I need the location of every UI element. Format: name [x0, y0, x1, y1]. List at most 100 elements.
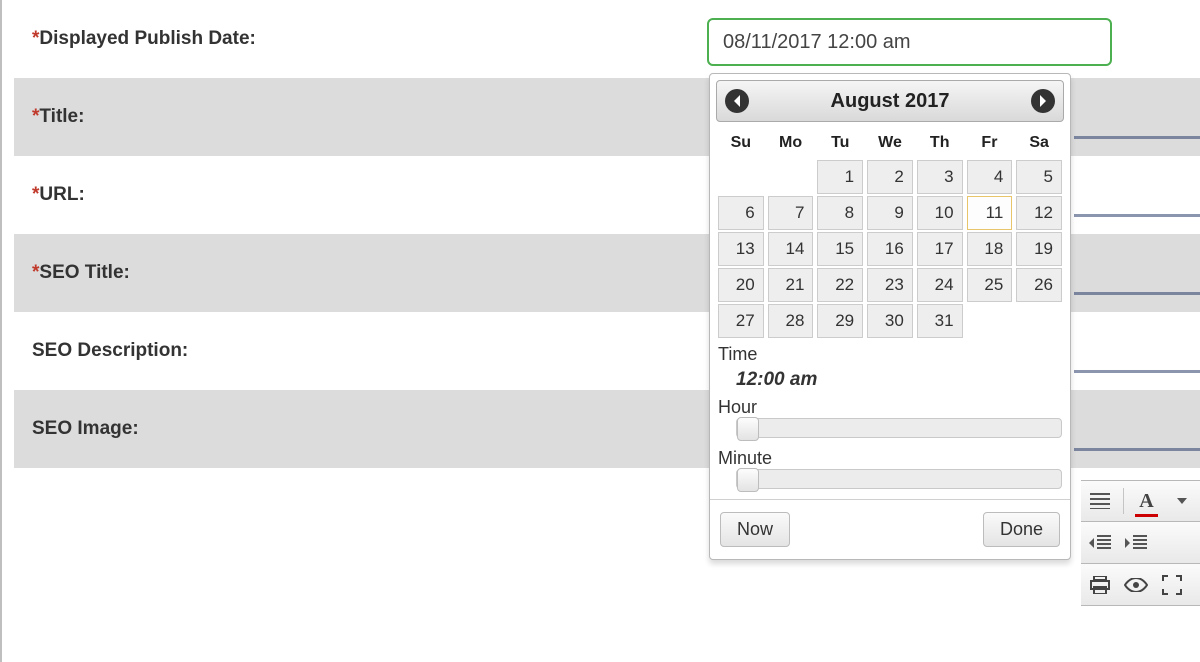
- calendar-day[interactable]: 30: [867, 304, 913, 338]
- day-header: Tu: [817, 128, 863, 158]
- time-value: 12:00 am: [736, 369, 1062, 391]
- calendar-day[interactable]: 11: [967, 196, 1013, 230]
- calendar-day[interactable]: 19: [1016, 232, 1062, 266]
- font-color-dropdown[interactable]: [1169, 488, 1195, 514]
- calendar-day[interactable]: 22: [817, 268, 863, 302]
- page: *Displayed Publish Date: *Title: *URL: *…: [0, 0, 1200, 662]
- input-line-seo-image: [1074, 448, 1200, 451]
- minute-slider[interactable]: [736, 469, 1062, 489]
- preview-icon[interactable]: [1123, 572, 1149, 598]
- toolbar-row-2: [1081, 522, 1200, 564]
- calendar-day[interactable]: 15: [817, 232, 863, 266]
- time-label: Time: [718, 344, 1062, 365]
- calendar-day[interactable]: 2: [867, 160, 913, 194]
- datepicker-header: August 2017: [716, 80, 1064, 122]
- calendar-day[interactable]: 20: [718, 268, 764, 302]
- chevron-left-icon: [732, 95, 742, 107]
- datepicker-footer: Now Done: [710, 499, 1070, 549]
- label-text: SEO Image:: [32, 418, 139, 439]
- day-header: Fr: [967, 128, 1013, 158]
- label-text: SEO Title:: [39, 262, 129, 283]
- label-seo-image: SEO Image:: [32, 418, 139, 440]
- label-text: URL:: [39, 184, 84, 205]
- input-line-title: [1074, 136, 1200, 139]
- publish-date-input[interactable]: [707, 18, 1112, 66]
- calendar-day[interactable]: 29: [817, 304, 863, 338]
- calendar-day[interactable]: 12: [1016, 196, 1062, 230]
- day-header: Th: [917, 128, 963, 158]
- day-header: Mo: [768, 128, 814, 158]
- toolbar-row-1: A: [1081, 480, 1200, 522]
- day-header: Su: [718, 128, 764, 158]
- day-header: We: [867, 128, 913, 158]
- calendar-week: 6789101112: [718, 196, 1062, 230]
- calendar-blank: [967, 304, 1013, 338]
- datepicker-title: August 2017: [831, 90, 950, 113]
- calendar-day[interactable]: 23: [867, 268, 913, 302]
- done-button[interactable]: Done: [983, 512, 1060, 547]
- calendar-day[interactable]: 27: [718, 304, 764, 338]
- calendar-day[interactable]: 14: [768, 232, 814, 266]
- label-seo-title: *SEO Title:: [32, 262, 130, 284]
- calendar-day[interactable]: 7: [768, 196, 814, 230]
- calendar-day[interactable]: 10: [917, 196, 963, 230]
- indent-icon[interactable]: [1123, 530, 1149, 556]
- calendar-week: 20212223242526: [718, 268, 1062, 302]
- hour-label: Hour: [718, 397, 1062, 418]
- datepicker-day-headers: SuMoTuWeThFrSa: [718, 128, 1062, 158]
- outdent-icon[interactable]: [1087, 530, 1113, 556]
- calendar-blank: [768, 160, 814, 194]
- separator: [1123, 488, 1124, 514]
- label-text: SEO Description:: [32, 340, 188, 361]
- calendar-day[interactable]: 24: [917, 268, 963, 302]
- datepicker-grid: 1234567891011121314151617181920212223242…: [710, 160, 1070, 338]
- input-line-url: [1074, 214, 1200, 217]
- label-text: Displayed Publish Date:: [39, 28, 255, 49]
- hour-slider[interactable]: [736, 418, 1062, 438]
- minute-label: Minute: [718, 448, 1062, 469]
- font-color-icon[interactable]: A: [1134, 488, 1160, 514]
- calendar-day[interactable]: 26: [1016, 268, 1062, 302]
- toolbar-row-3: [1081, 564, 1200, 606]
- calendar-blank: [718, 160, 764, 194]
- fullscreen-icon[interactable]: [1159, 572, 1185, 598]
- calendar-day[interactable]: 21: [768, 268, 814, 302]
- calendar-day[interactable]: 16: [867, 232, 913, 266]
- input-line-seo-title: [1074, 292, 1200, 295]
- chevron-right-icon: [1038, 95, 1048, 107]
- calendar-day[interactable]: 31: [917, 304, 963, 338]
- label-url: *URL:: [32, 184, 85, 206]
- calendar-day[interactable]: 25: [967, 268, 1013, 302]
- hour-slider-track: [736, 418, 1062, 438]
- minute-slider-track: [736, 469, 1062, 489]
- calendar-day[interactable]: 8: [817, 196, 863, 230]
- calendar-day[interactable]: 1: [817, 160, 863, 194]
- input-line-seo-desc: [1074, 370, 1200, 373]
- calendar-day[interactable]: 13: [718, 232, 764, 266]
- calendar-day[interactable]: 18: [967, 232, 1013, 266]
- calendar-day[interactable]: 17: [917, 232, 963, 266]
- calendar-day[interactable]: 6: [718, 196, 764, 230]
- justify-icon[interactable]: [1087, 488, 1113, 514]
- editor-toolbar-fragment: A: [1081, 480, 1200, 606]
- calendar-week: 12345: [718, 160, 1062, 194]
- calendar-day[interactable]: 9: [867, 196, 913, 230]
- label-text: Title:: [39, 106, 84, 127]
- calendar-day[interactable]: 3: [917, 160, 963, 194]
- now-button[interactable]: Now: [720, 512, 790, 547]
- calendar-week: 13141516171819: [718, 232, 1062, 266]
- calendar-day[interactable]: 5: [1016, 160, 1062, 194]
- day-header: Sa: [1016, 128, 1062, 158]
- prev-month-button[interactable]: [725, 89, 749, 113]
- label-publish-date: *Displayed Publish Date:: [32, 28, 256, 50]
- next-month-button[interactable]: [1031, 89, 1055, 113]
- calendar-week: 2728293031: [718, 304, 1062, 338]
- print-icon[interactable]: [1087, 572, 1113, 598]
- calendar-day[interactable]: 28: [768, 304, 814, 338]
- minute-slider-handle[interactable]: [737, 468, 759, 492]
- label-title: *Title:: [32, 106, 84, 128]
- calendar-blank: [1016, 304, 1062, 338]
- calendar-day[interactable]: 4: [967, 160, 1013, 194]
- hour-slider-handle[interactable]: [737, 417, 759, 441]
- datepicker: August 2017 SuMoTuWeThFrSa 1234567891011…: [709, 73, 1071, 560]
